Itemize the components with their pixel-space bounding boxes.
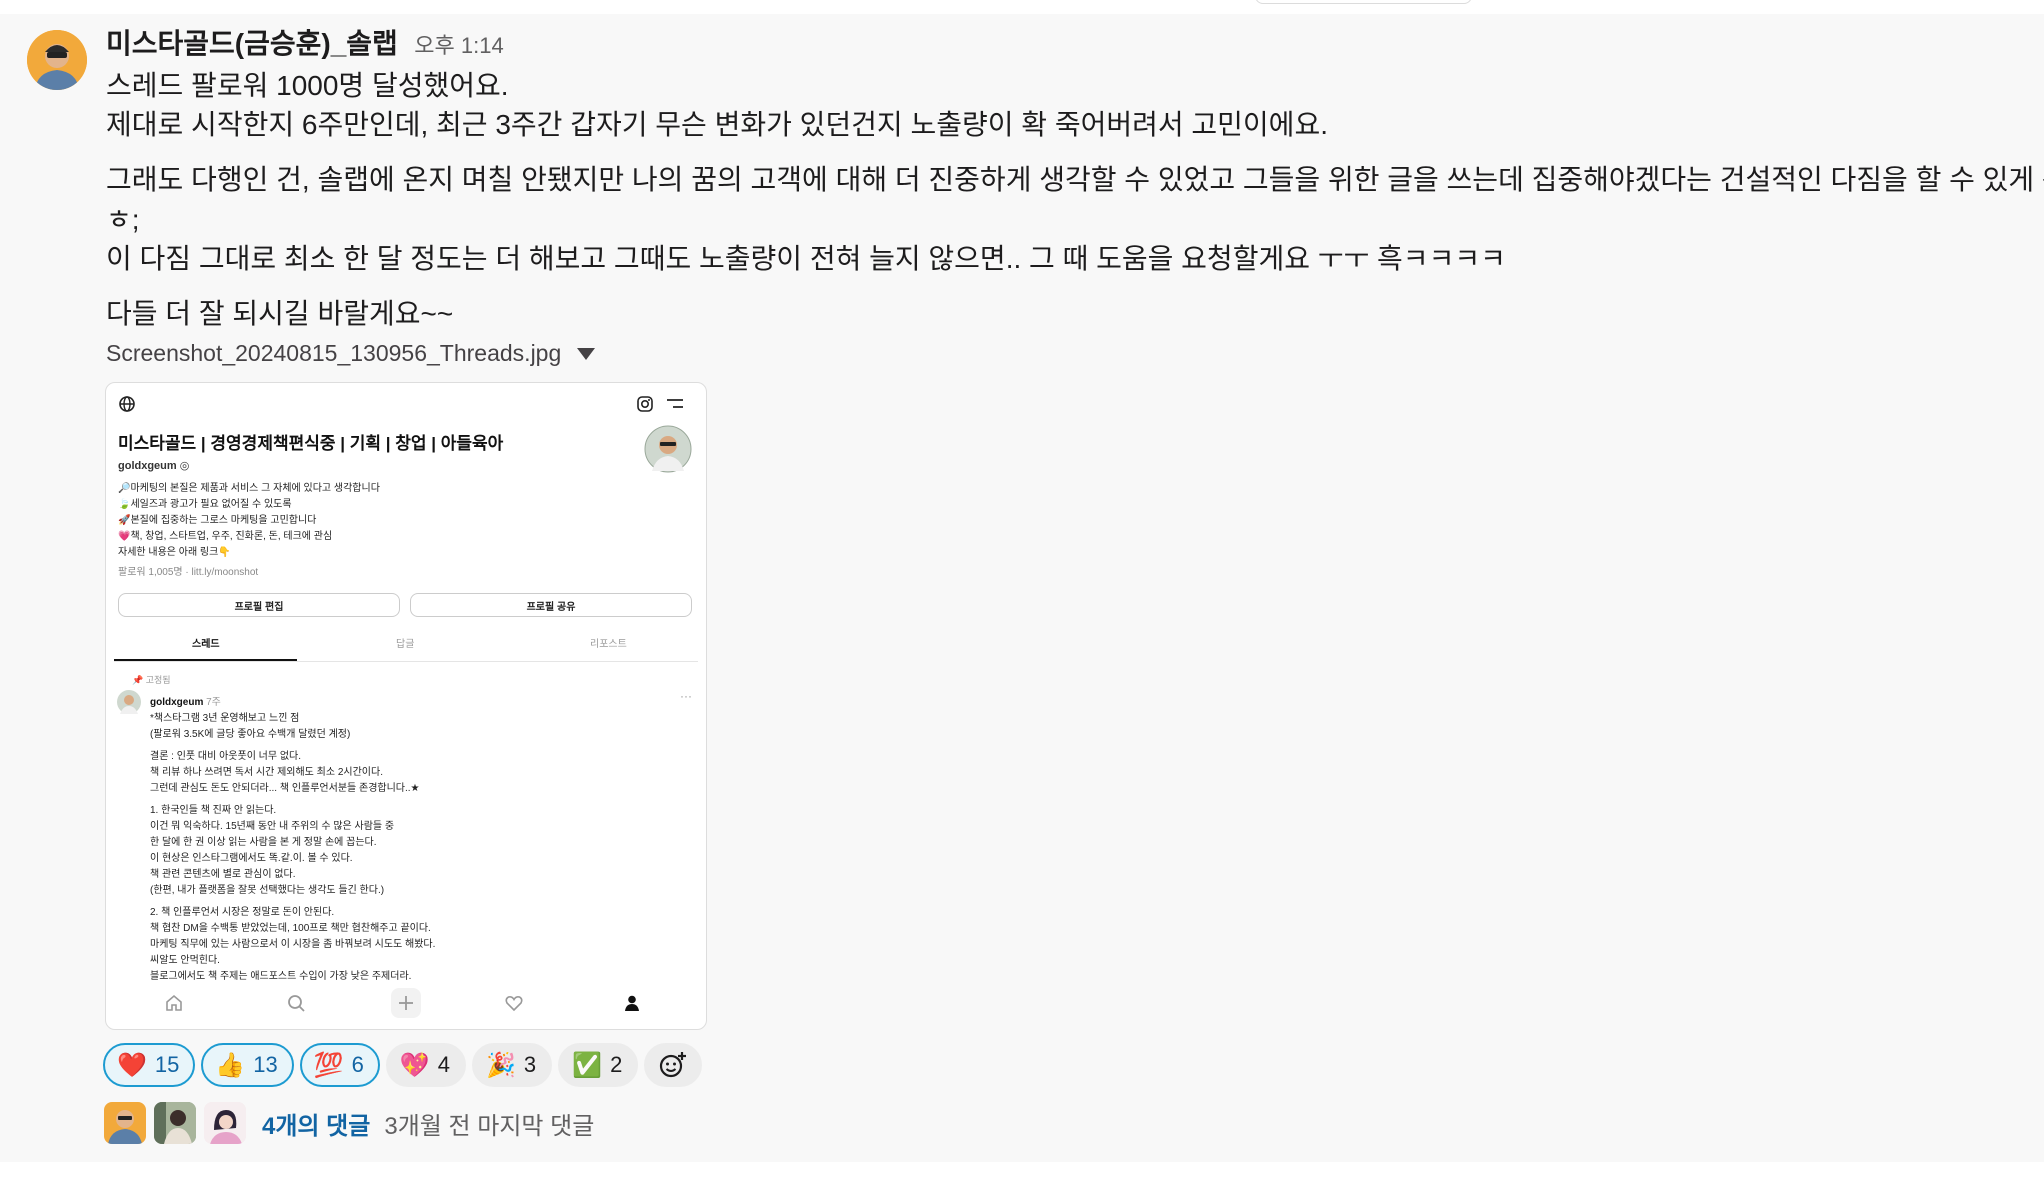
globe-icon: [119, 396, 135, 412]
profile-bio-line: 🍃세일즈과 광고가 필요 없어질 수 있도록: [118, 499, 292, 510]
menu-icon: [667, 399, 683, 408]
reaction-count: 15: [154, 1052, 180, 1077]
reaction-check[interactable]: ✅ 2: [558, 1043, 639, 1087]
profile-share-button: 프로필 공유: [410, 593, 692, 617]
add-emoji-icon: [660, 1052, 687, 1078]
attachment-filename-label: Screenshot_20240815_130956_Threads.jpg: [106, 340, 562, 366]
tab-divider: [114, 661, 698, 662]
tab-threads: 스레드: [192, 639, 220, 650]
reaction-heart[interactable]: ❤️ 15: [103, 1043, 196, 1087]
sparkling-heart-emoji-icon: 💖: [399, 1051, 430, 1079]
post-line: 블로그에서도 책 주제는 애드포스트 수입이 가장 낮은 주제더라.: [150, 971, 412, 982]
instagram-icon: [637, 396, 653, 412]
check-emoji-icon: ✅: [572, 1051, 603, 1079]
attachment-filename[interactable]: Screenshot_20240815_130956_Threads.jpg: [106, 340, 596, 367]
profile-bio-line: 💗책, 창업, 스타트업, 우주, 진화론, 돈, 테크에 관심: [118, 531, 333, 542]
message-timestamp[interactable]: 오후 1:14: [414, 33, 503, 58]
post-line: 책 리뷰 하나 쓰려면 독서 시간 제외해도 최소 2시간이다.: [150, 767, 383, 778]
thread-last-reply: 3개월 전 마지막 댓글: [384, 1112, 595, 1140]
profile-bio-line: 🚀본질에 집중하는 그로스 마케팅을 고민합니다: [118, 515, 317, 526]
compose-icon: [391, 988, 421, 1018]
reaction-count: 6: [351, 1052, 364, 1077]
reaction-tada[interactable]: 🎉 3: [472, 1043, 553, 1087]
message-line: ㅎ;: [106, 204, 140, 235]
profile-avatar: [644, 425, 692, 473]
post-line: (팔로워 3.5K에 글당 좋아요 수백개 달렸던 계정): [150, 729, 351, 740]
add-reaction-button[interactable]: [644, 1043, 703, 1087]
thread-avatar: [154, 1102, 196, 1144]
home-icon: [166, 994, 182, 1011]
thumbsup-emoji-icon: 👍: [215, 1051, 246, 1079]
hundred-emoji-icon: 💯: [313, 1051, 344, 1079]
reaction-count: 3: [523, 1052, 537, 1077]
profile-title: 미스타골드 | 경영경제책편식중 | 기획 | 창업 | 아들육아: [118, 434, 504, 453]
post-author-avatar: [117, 690, 141, 714]
profile-edit-button: 프로필 편집: [118, 593, 400, 617]
message-line: 스레드 팔로워 1000명 달성했어요.: [106, 70, 509, 101]
profile-bio-line: 자세한 내용은 아래 링크👇: [118, 547, 231, 558]
message-line: 다들 더 잘 되시길 바랄게요~~: [106, 298, 454, 329]
post-age: 7주: [206, 697, 221, 708]
heart-emoji-icon: ❤️: [117, 1051, 147, 1079]
thread-summary[interactable]: 4개의 댓글 3개월 전 마지막 댓글: [104, 1102, 594, 1144]
post-line: 그런데 관심도 돈도 안되더라... 책 인플루언서분들 존경합니다..★: [150, 783, 420, 794]
message-line: 제대로 시작한지 6주만인데, 최근 3주간 갑자기 무슨 변화가 있던건지 노…: [106, 109, 1328, 140]
thread-avatar: [204, 1102, 246, 1144]
profile-bio-line: 🔎마케팅의 본질은 제품과 서비스 그 자체에 있다고 생각합니다: [118, 483, 380, 494]
reactions-bar: ❤️ 15 👍 13 💯 6 💖 4 🎉 3 ✅ 2: [103, 1043, 703, 1087]
post-line: *책스타그램 3년 운영해보고 느낀 점: [150, 713, 300, 724]
attachment-image[interactable]: 미스타골드 | 경영경제책편식중 | 기획 | 창업 | 아들육아 goldxg…: [105, 382, 707, 1030]
post-line: 씨알도 안먹힌다.: [150, 955, 220, 966]
pinned-text: 고정됨: [145, 675, 171, 685]
profile-followers: 팔로워 1,005명 · litt.ly/moonshot: [118, 567, 259, 578]
message-actions-toolbar[interactable]: [1255, 0, 1472, 4]
post-author-name: goldxgeum: [150, 697, 204, 708]
search-icon: [288, 995, 305, 1012]
post-author: goldxgeum 7주: [150, 693, 221, 708]
profile-handle: goldxgeum ◎: [118, 460, 190, 472]
post-line: 이 현상은 인스타그램에서도 똑.같.이. 볼 수 있다.: [150, 853, 353, 864]
post-line: 한 달에 한 권 이상 읽는 사람을 본 게 정말 손에 꼽는다.: [150, 837, 377, 848]
thread-reply-count[interactable]: 4개의 댓글: [262, 1106, 370, 1141]
author-name[interactable]: 미스타골드(금승훈)_솔랩: [106, 28, 398, 59]
tada-emoji-icon: 🎉: [486, 1051, 516, 1079]
reaction-count: 4: [437, 1052, 451, 1077]
message-header: 미스타골드(금승훈)_솔랩 오후 1:14: [106, 22, 504, 62]
post-line: 2. 책 인플루언서 시장은 정말로 돈이 안된다.: [150, 907, 335, 918]
message-line: 그래도 다행인 건, 솔랩에 온지 며칠 안됐지만 나의 꿈의 고객에 대해 더…: [106, 164, 2044, 195]
profile-icon: [625, 995, 639, 1011]
heart-icon: [505, 995, 523, 1012]
tab-reposts: 리포스트: [590, 639, 627, 650]
post-line: 마케팅 직무에 있는 사람으로서 이 시장을 좀 바꿔보려 시도도 해봤다.: [150, 939, 436, 950]
post-line: 결론 : 인풋 대비 아웃풋이 너무 없다.: [150, 751, 302, 762]
post-line: 책 관련 콘텐츠에 별로 관심이 없다.: [150, 869, 296, 880]
reaction-100[interactable]: 💯 6: [299, 1043, 380, 1087]
tab-active-underline: [114, 659, 297, 661]
more-icon: ···: [680, 689, 692, 703]
post-line: 이건 뭐 익숙하다. 15년째 동안 내 주위의 수 많은 사람들 중: [150, 821, 395, 832]
tab-replies: 답글: [396, 639, 415, 650]
message-line: 이 다짐 그대로 최소 한 달 정도는 더 해보고 그때도 노출량이 전혀 늘지…: [106, 243, 1506, 274]
author-avatar[interactable]: [27, 30, 87, 90]
reaction-thumbsup[interactable]: 👍 13: [201, 1043, 294, 1087]
thread-avatar: [104, 1102, 146, 1144]
post-line: (한편, 내가 플랫폼을 잘못 선택했다는 생각도 들긴 한다.): [150, 885, 385, 896]
post-line: 책 협찬 DM을 수백통 받았었는데, 100프로 책만 협찬해주고 끝이다.: [150, 923, 431, 934]
reaction-sparkling-heart[interactable]: 💖 4: [385, 1043, 467, 1087]
chevron-down-icon[interactable]: [577, 347, 596, 360]
reaction-count: 13: [253, 1052, 278, 1077]
post-line: 1. 한국인들 책 진짜 안 읽는다.: [150, 805, 277, 816]
reaction-count: 2: [610, 1052, 623, 1077]
pinned-label: 📌 고정됨: [132, 675, 171, 685]
